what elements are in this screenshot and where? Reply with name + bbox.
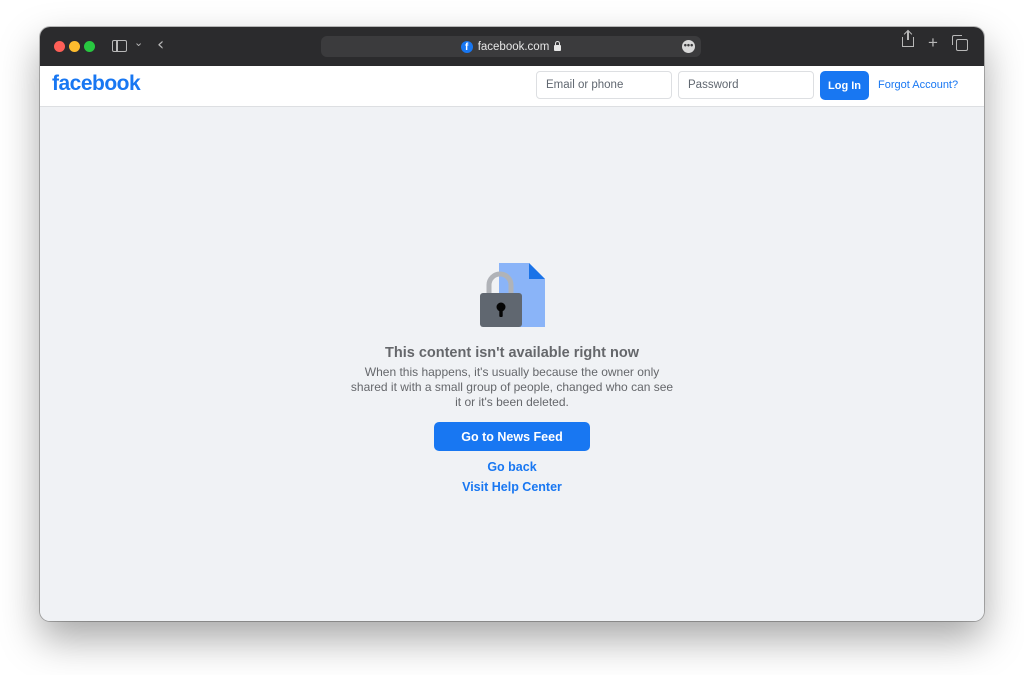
go-back-row: Go back bbox=[40, 460, 984, 474]
email-field[interactable] bbox=[536, 71, 672, 99]
url-text[interactable]: facebook.com bbox=[478, 41, 550, 53]
zoom-window-button[interactable] bbox=[84, 41, 95, 52]
help-center-row: Visit Help Center bbox=[40, 480, 984, 494]
go-to-news-feed-button[interactable]: Go to News Feed bbox=[434, 422, 590, 451]
share-icon[interactable] bbox=[902, 31, 914, 47]
facebook-header: facebook Log In Forgot Account? bbox=[40, 66, 984, 107]
chevron-down-icon[interactable]: ⌄ bbox=[134, 36, 143, 49]
tabs-icon[interactable] bbox=[952, 35, 968, 51]
visit-help-center-link[interactable]: Visit Help Center bbox=[462, 480, 562, 494]
plus-icon[interactable]: + bbox=[928, 33, 938, 53]
main-content: This content isn't available right now W… bbox=[40, 107, 984, 621]
page-description: When this happens, it's usually because … bbox=[350, 365, 674, 409]
password-field[interactable] bbox=[678, 71, 814, 99]
minimize-window-button[interactable] bbox=[69, 41, 80, 52]
facebook-logo[interactable]: facebook bbox=[52, 72, 141, 96]
forgot-account-link[interactable]: Forgot Account? bbox=[878, 79, 958, 91]
close-window-button[interactable] bbox=[54, 41, 65, 52]
go-back-link[interactable]: Go back bbox=[487, 460, 536, 474]
lock-icon bbox=[554, 41, 562, 51]
browser-titlebar: ⌄ ‹ f facebook.com ••• + bbox=[40, 27, 984, 67]
more-icon[interactable]: ••• bbox=[682, 40, 695, 53]
back-icon[interactable]: ‹ bbox=[157, 34, 164, 55]
locked-content-illustration bbox=[480, 263, 545, 327]
facebook-favicon-icon: f bbox=[460, 40, 473, 53]
browser-window: ⌄ ‹ f facebook.com ••• + facebook Log In… bbox=[40, 27, 984, 621]
login-button[interactable]: Log In bbox=[820, 71, 869, 100]
sidebar-icon[interactable] bbox=[112, 40, 127, 52]
page-title: This content isn't available right now bbox=[384, 345, 639, 361]
address-bar[interactable]: f facebook.com ••• bbox=[321, 36, 701, 57]
